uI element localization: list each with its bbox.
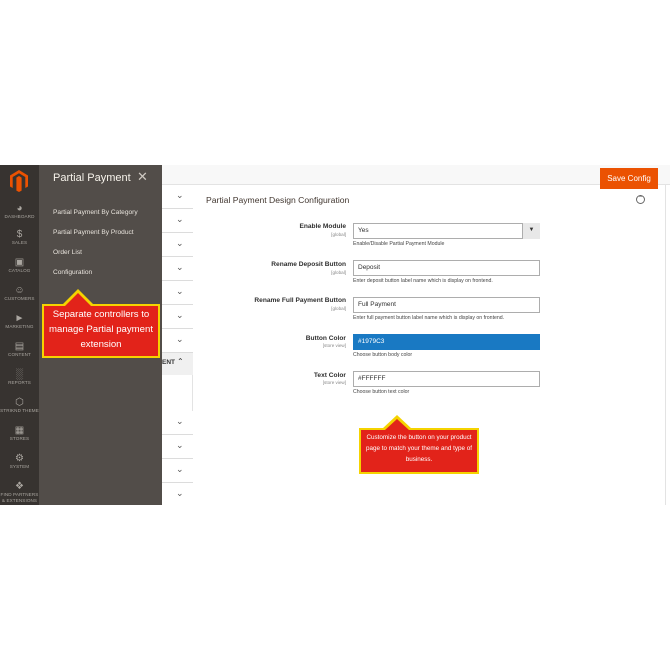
chevron-down-icon: ⌄ <box>176 334 184 344</box>
field-note: Enter full payment button label name whi… <box>353 315 505 321</box>
chevron-down-icon: ⌄ <box>176 262 184 272</box>
gear-icon: ⚙ <box>15 453 24 464</box>
tab-row[interactable]: ⌄ <box>162 435 193 459</box>
field-label-button-color: Button Color <box>305 335 346 342</box>
nav-item-customers[interactable]: ☺ CUSTOMERS <box>0 285 39 311</box>
dollar-icon: $ <box>16 229 23 240</box>
field-label-full-payment-button: Rename Full Payment Button <box>254 297 346 304</box>
nav-item-marketing[interactable]: ► MARKETING <box>0 313 39 339</box>
field-scope: [global] <box>331 270 346 275</box>
admin-sidebar: ◕ DASHBOARD $ SALES ▣ CATALOG ☺ CUSTOMER… <box>0 165 39 505</box>
flyout-link-configuration[interactable]: Configuration <box>53 269 92 276</box>
save-config-button[interactable]: Save Config <box>600 168 658 189</box>
text-color-input[interactable]: #FFFFFF <box>353 371 540 387</box>
full-payment-button-label-input[interactable]: Full Payment <box>353 297 540 313</box>
callout-arrow-fill <box>385 419 409 430</box>
tab-row[interactable]: ⌄ <box>162 257 193 281</box>
chevron-down-icon: ⌄ <box>176 464 184 474</box>
nav-item-sales[interactable]: $ SALES <box>0 229 39 255</box>
chevron-down-icon: ⌄ <box>176 286 184 296</box>
flyout-link-by-product[interactable]: Partial Payment By Product <box>53 229 134 236</box>
nav-item-reports[interactable]: ░ REPORTS <box>0 369 39 395</box>
hexagon-icon: ⬡ <box>15 397 24 408</box>
tab-row[interactable]: ⌄ <box>162 483 193 505</box>
nav-item-label: REPORTS <box>8 380 31 385</box>
content-icon: ▤ <box>14 341 25 352</box>
field-label-enable-module: Enable Module <box>299 223 346 230</box>
tab-section-header[interactable]: ENT ⌃ <box>162 353 193 375</box>
field-note: Enable/Disable Partial Payment Module <box>353 241 445 247</box>
nav-item-label: SALES <box>11 240 28 245</box>
tab-row[interactable]: ⌄ <box>162 281 193 305</box>
nav-item-label: STORES <box>9 436 30 441</box>
close-icon[interactable]: ✕ <box>137 169 148 185</box>
chevron-down-icon: ⌄ <box>176 310 184 320</box>
nav-item-label: SYSTEM <box>9 464 30 469</box>
section-title: Partial Payment Design Configuration <box>206 195 350 205</box>
nav-item-dashboard[interactable]: ◕ DASHBOARD <box>0 203 39 229</box>
page-actions-bar <box>162 165 670 185</box>
field-note: Enter deposit button label name which is… <box>353 278 493 284</box>
nav-item-label: CONTENT <box>8 352 31 357</box>
button-color-input[interactable]: #1979C3 <box>353 334 540 350</box>
chevron-down-icon: ⌄ <box>176 214 184 224</box>
tab-section-label: ENT <box>162 359 175 366</box>
store-icon: ▦ <box>14 425 25 436</box>
chevron-down-icon: ⌄ <box>176 440 184 450</box>
field-scope: [store view] <box>322 343 346 348</box>
chevron-down-icon: ⌄ <box>176 488 184 498</box>
nav-item-label: CUSTOMERS <box>4 296 35 301</box>
nav-item-system[interactable]: ⚙ SYSTEM <box>0 453 39 479</box>
tab-row[interactable]: ⌄ <box>162 233 193 257</box>
nav-item-label: FIND PARTNERS & EXTENSIONS <box>0 492 39 503</box>
chevron-up-icon: ⌃ <box>177 357 184 366</box>
config-tab-column: ⌄ ⌄ ⌄ ⌄ ⌄ ⌄ ⌄ ENT ⌃ ⌄ ⌄ ⌄ ⌄ <box>162 185 193 505</box>
callout-text-controllers: Separate controllers to manage Partial p… <box>49 309 153 350</box>
chevron-down-icon: ⌄ <box>176 416 184 426</box>
nav-item-label: MARKETING <box>5 324 34 329</box>
tab-row[interactable]: ⌄ <box>162 411 193 435</box>
chevron-down-icon: ⌄ <box>176 238 184 248</box>
flyout-title: Partial Payment <box>53 172 131 184</box>
chevron-down-icon: ⌄ <box>176 190 184 200</box>
admin-screen: ◕ DASHBOARD $ SALES ▣ CATALOG ☺ CUSTOMER… <box>0 165 670 505</box>
catalog-icon: ▣ <box>14 257 25 268</box>
collapse-section-icon[interactable]: ⌃ <box>636 195 645 204</box>
chevron-down-icon[interactable]: ▼ <box>522 223 540 239</box>
callout-arrow-fill <box>64 293 92 307</box>
magento-logo-icon[interactable] <box>8 169 30 193</box>
tab-row[interactable]: ⌄ <box>162 209 193 233</box>
nav-item-catalog[interactable]: ▣ CATALOG <box>0 257 39 283</box>
flyout-link-order-list[interactable]: Order List <box>53 249 82 256</box>
field-scope: [global] <box>331 232 346 237</box>
nav-item-find-partners[interactable]: ❖ FIND PARTNERS & EXTENSIONS <box>0 481 39 505</box>
field-scope: [store view] <box>322 380 346 385</box>
tab-row[interactable]: ⌄ <box>162 459 193 483</box>
nav-item-label: CATALOG <box>8 268 31 273</box>
tab-row[interactable]: ⌄ <box>162 185 193 209</box>
megaphone-icon: ► <box>14 313 25 324</box>
nav-item-label: STRIKND THEME <box>0 408 39 413</box>
nav-item-content[interactable]: ▤ CONTENT <box>0 341 39 367</box>
field-label-text-color: Text Color <box>313 372 346 379</box>
deposit-button-label-input[interactable]: Deposit <box>353 260 540 276</box>
field-note: Choose button text color <box>353 389 410 395</box>
tab-row[interactable]: ⌄ <box>162 305 193 329</box>
nav-item-label: DASHBOARD <box>4 214 35 219</box>
tab-row[interactable]: ⌄ <box>162 329 193 353</box>
dashboard-icon: ◕ <box>16 203 23 214</box>
partners-icon: ❖ <box>15 481 24 492</box>
callout-text-customize: Customize the button on your product pag… <box>365 434 473 463</box>
content-border <box>665 185 666 505</box>
bar-chart-icon: ░ <box>15 369 24 380</box>
enable-module-select[interactable]: Yes <box>353 223 540 239</box>
field-scope: [global] <box>331 306 346 311</box>
customers-icon: ☺ <box>14 285 25 296</box>
field-label-deposit-button: Rename Deposit Button <box>271 261 346 268</box>
flyout-link-by-category[interactable]: Partial Payment By Category <box>53 209 138 216</box>
nav-item-strikend-theme[interactable]: ⬡ STRIKND THEME <box>0 397 39 423</box>
field-note: Choose button body color <box>353 352 413 358</box>
nav-item-stores[interactable]: ▦ STORES <box>0 425 39 451</box>
